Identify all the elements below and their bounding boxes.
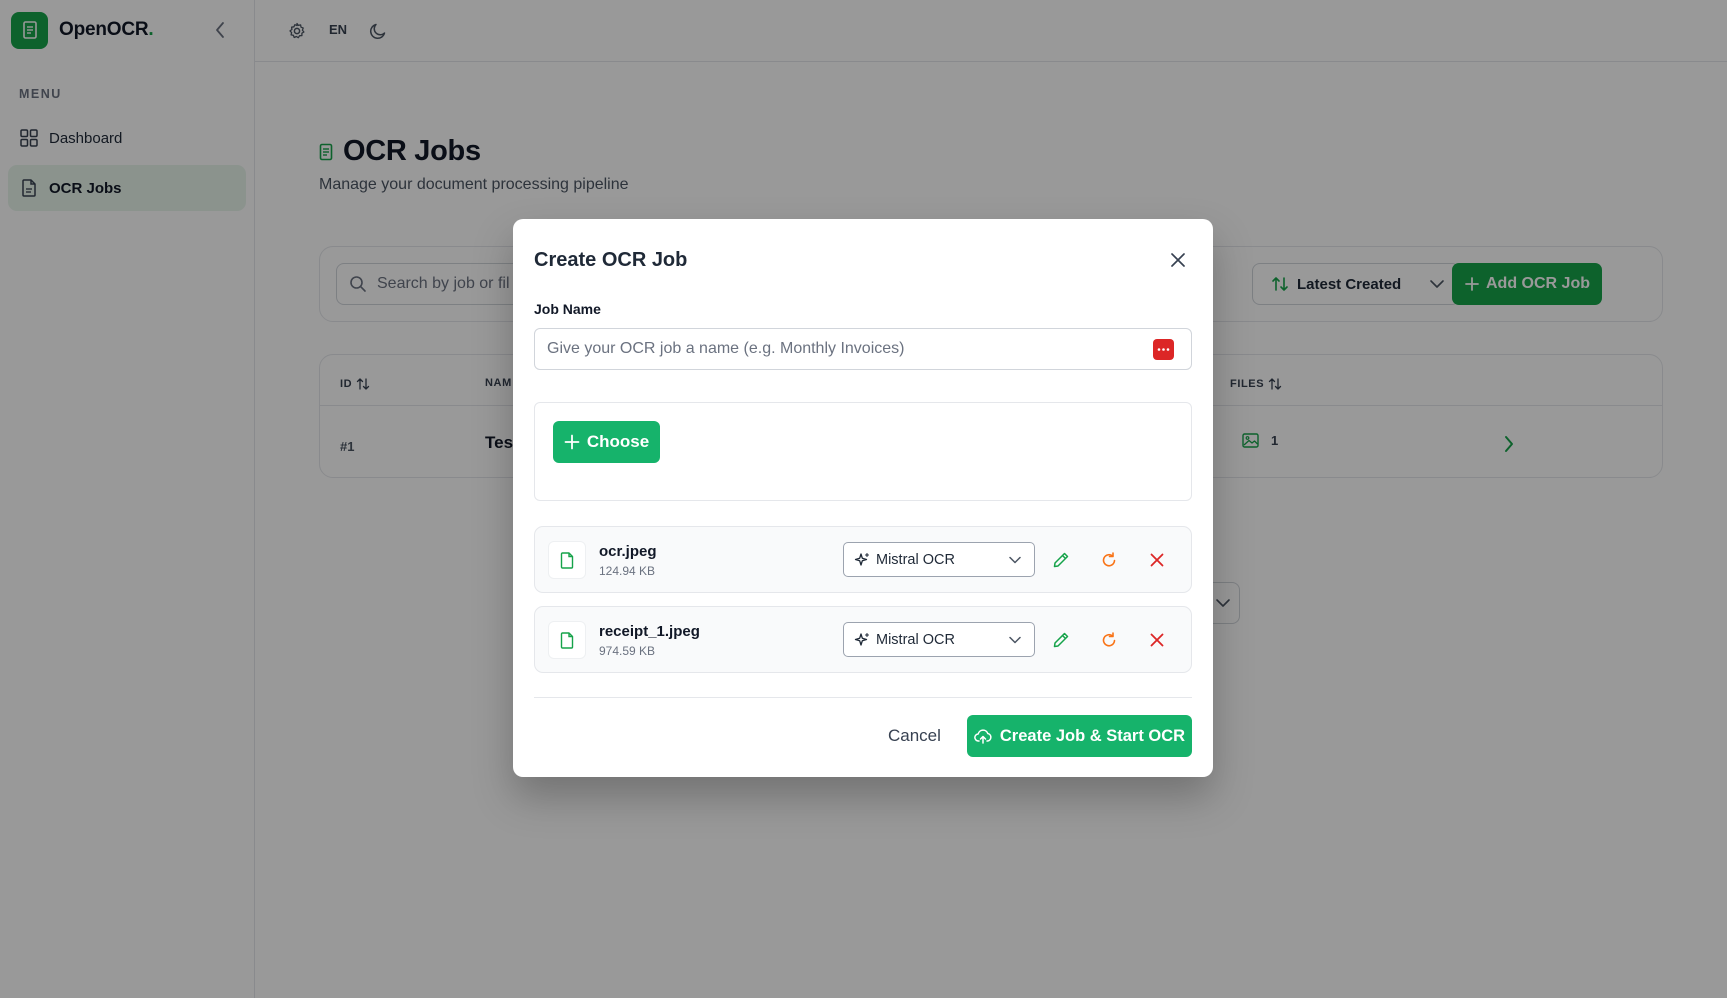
refresh-icon [1102, 632, 1116, 647]
pencil-icon [1053, 632, 1069, 648]
chevron-down-icon [1009, 636, 1021, 644]
create-ocr-job-modal: Create OCR Job Job Name Choose ocr.jpeg … [513, 219, 1213, 777]
file-icon [548, 541, 586, 579]
file-name: ocr.jpeg [599, 543, 657, 560]
close-icon [1150, 553, 1164, 567]
create-job-label: Create Job & Start OCR [999, 726, 1186, 745]
file-name: receipt_1.jpeg [599, 623, 700, 640]
divider [534, 697, 1192, 698]
sparkles-icon [854, 552, 870, 566]
ocr-engine-label: Mistral OCR [876, 551, 955, 568]
cloud-upload-icon [973, 729, 992, 744]
file-drop-zone[interactable]: Choose [534, 402, 1192, 501]
file-list-item: ocr.jpeg 124.94 KB Mistral OCR [534, 526, 1192, 593]
create-job-button[interactable]: Create Job & Start OCR [967, 715, 1192, 757]
remove-file-button[interactable] [1145, 628, 1169, 652]
close-icon [1150, 633, 1164, 647]
edit-file-button[interactable] [1049, 548, 1073, 572]
retry-file-button[interactable] [1097, 628, 1121, 652]
file-size: 974.59 KB [599, 644, 656, 658]
file-list-item: receipt_1.jpeg 974.59 KB Mistral OCR [534, 606, 1192, 673]
choose-files-button[interactable]: Choose [553, 421, 660, 463]
choose-files-label: Choose [586, 432, 650, 451]
chevron-down-icon [1009, 556, 1021, 564]
ocr-engine-select[interactable]: Mistral OCR [843, 622, 1035, 657]
ocr-engine-label: Mistral OCR [876, 631, 955, 648]
cancel-button[interactable]: Cancel [888, 726, 941, 746]
close-icon [1171, 253, 1185, 267]
password-manager-icon[interactable] [1153, 339, 1174, 360]
file-size: 124.94 KB [599, 564, 656, 578]
job-name-input[interactable] [534, 328, 1192, 370]
job-name-label: Job Name [534, 301, 601, 317]
plus-icon [564, 434, 580, 450]
remove-file-button[interactable] [1145, 548, 1169, 572]
modal-title: Create OCR Job [534, 249, 688, 271]
file-icon [548, 621, 586, 659]
refresh-icon [1102, 552, 1116, 567]
sparkles-icon [854, 632, 870, 646]
pencil-icon [1053, 552, 1069, 568]
retry-file-button[interactable] [1097, 548, 1121, 572]
edit-file-button[interactable] [1049, 628, 1073, 652]
close-modal-button[interactable] [1165, 247, 1191, 273]
ocr-engine-select[interactable]: Mistral OCR [843, 542, 1035, 577]
